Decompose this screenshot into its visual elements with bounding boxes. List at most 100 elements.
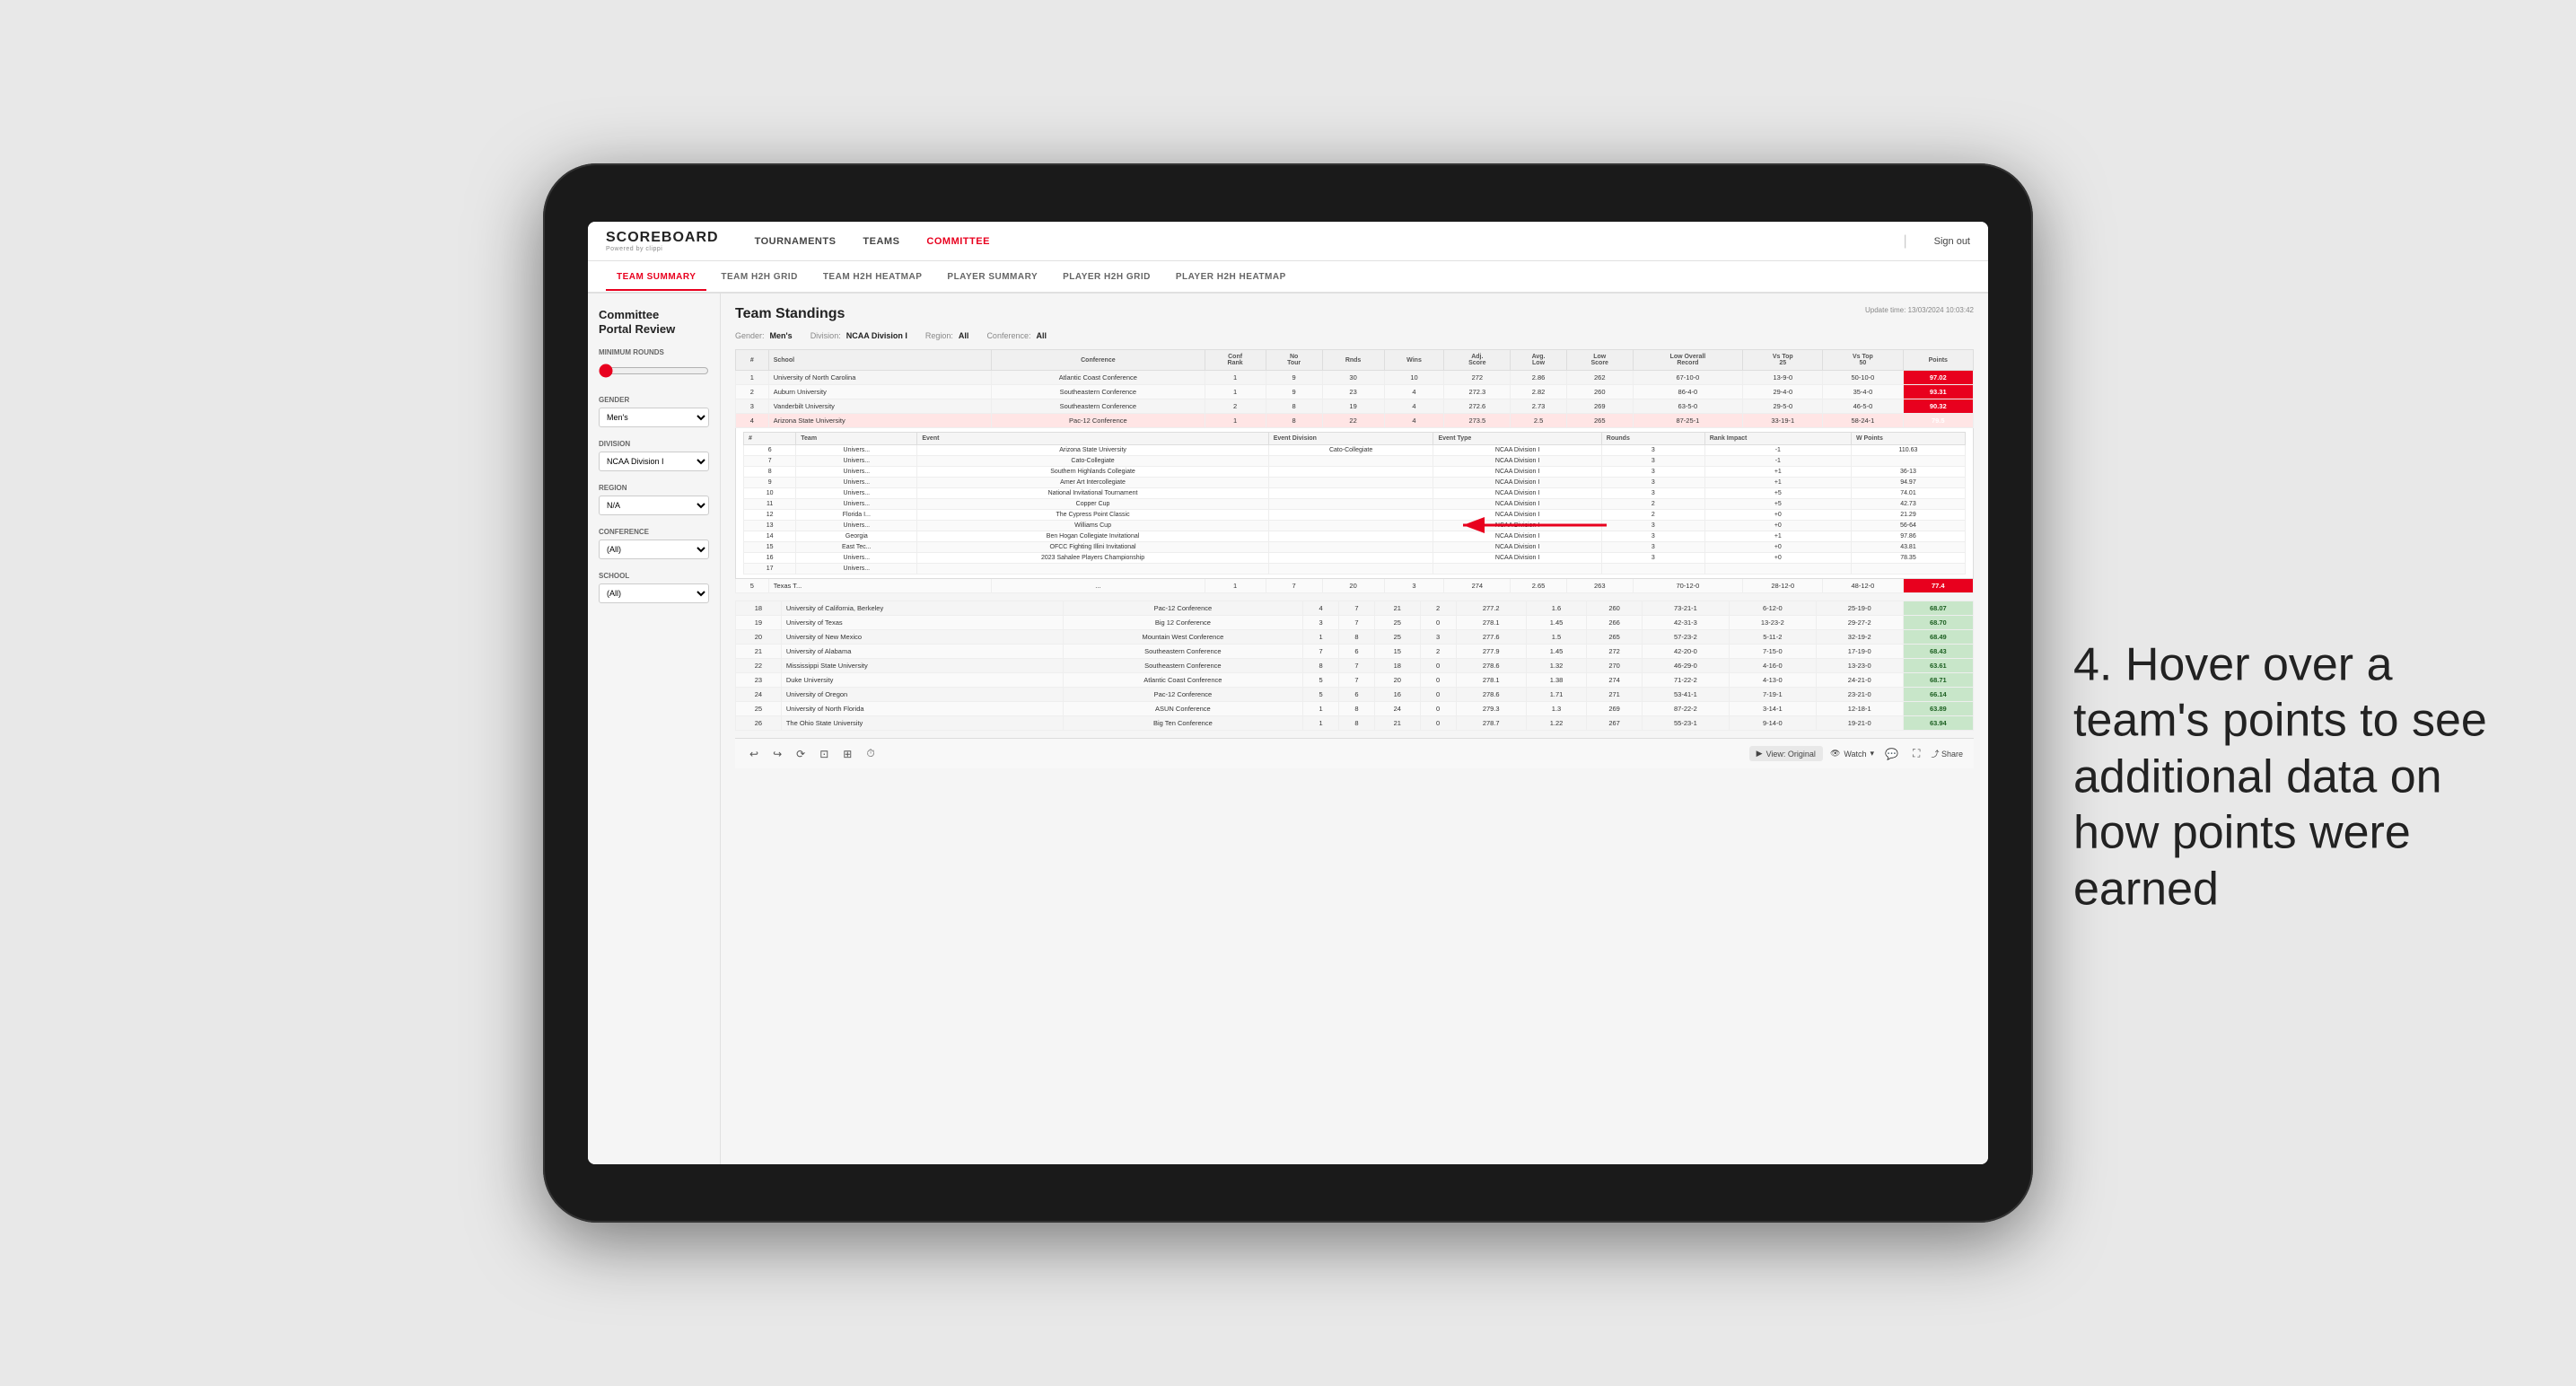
cell-points[interactable]: 93.31 [1903,385,1973,399]
comment-button[interactable]: 💬 [1881,746,1902,762]
cell-rank: 21 [736,645,782,659]
hover-cell-rank-impact: +5 [1704,499,1851,510]
cell-points[interactable]: 97.02 [1903,371,1973,385]
cell-tours: 7 [1266,579,1322,593]
share-label: Share [1941,750,1963,759]
cell-adj-score: 278.1 [1456,673,1526,688]
nav-committee[interactable]: COMMITTEE [926,236,990,247]
cell-avg-low: 1.6 [1526,601,1586,616]
paste-button[interactable]: ⊞ [839,746,855,762]
table-row[interactable]: 25 University of North Florida ASUN Conf… [736,702,1974,716]
sidebar-portal-section: Committee Portal Review [599,308,709,336]
table-row[interactable]: 26 The Ohio State University Big Ten Con… [736,716,1974,731]
tab-player-h2h-grid[interactable]: PLAYER H2H GRID [1052,265,1161,291]
hover-cell-event-type: NCAA Division I [1433,456,1601,467]
hover-cell-team: Univers... [796,445,917,456]
logo-sub: Powered by clippi [606,246,719,252]
undo-button[interactable]: ↩ [746,746,762,762]
table-row[interactable]: 1 University of North Carolina Atlantic … [736,371,1974,385]
nav-teams[interactable]: TEAMS [863,236,899,247]
hover-data-row: 15 East Tec... OFCC Fighting Illini Invi… [744,542,1966,553]
col-vs-top-50: Vs Top50 [1823,350,1903,371]
hover-data-row: 6 Univers... Arizona State University Ca… [744,445,1966,456]
table-row[interactable]: 18 University of California, Berkeley Pa… [736,601,1974,616]
cell-rounds: 25 [1374,630,1420,645]
reset-button[interactable]: ⟳ [793,746,809,762]
table-row[interactable]: 19 University of Texas Big 12 Conference… [736,616,1974,630]
cell-conf-rank: 5 [1303,688,1339,702]
cell-points[interactable]: 77.4 [1903,579,1973,593]
hover-cell-event-div [1268,531,1433,542]
cell-school: University of Oregon [781,688,1063,702]
timer-button[interactable]: ⏱ [863,745,878,762]
cell-vs25: 13-9-0 [1743,371,1823,385]
cell-points[interactable]: 66.14 [1903,688,1973,702]
cell-tours: 9 [1266,371,1322,385]
copy-button[interactable]: ⊡ [816,746,832,762]
tab-team-summary[interactable]: TEAM SUMMARY [606,265,706,291]
hover-cell-rounds [1601,564,1704,575]
sub-nav: TEAM SUMMARY TEAM H2H GRID TEAM H2H HEAT… [588,261,1988,294]
table-row[interactable]: 21 University of Alabama Southeastern Co… [736,645,1974,659]
cell-points[interactable]: 68.07 [1903,601,1973,616]
table-row[interactable]: 4 Arizona State University Pac-12 Confer… [736,414,1974,428]
table-row[interactable]: 5 Texas T... ... 1 7 20 3 274 2.65 263 7… [736,579,1974,593]
table-row[interactable]: 20 University of New Mexico Mountain Wes… [736,630,1974,645]
cell-points[interactable]: 68.70 [1903,616,1973,630]
cell-points[interactable]: 68.43 [1903,645,1973,659]
cell-school: Arizona State University [768,414,991,428]
cell-wins: 2 [1420,645,1456,659]
hover-col-event-type: Event Type [1433,433,1601,445]
table-row[interactable]: 3 Vanderbilt University Southeastern Con… [736,399,1974,414]
cell-avg-low: 2.82 [1511,385,1567,399]
cell-vs25: 3-14-1 [1729,702,1816,716]
hover-cell-event-type [1433,564,1601,575]
cell-points[interactable]: 63.61 [1903,659,1973,673]
expand-button[interactable]: ⛶ [1909,745,1923,762]
cell-avg-low: 2.65 [1511,579,1567,593]
sign-out-button[interactable]: Sign out [1934,236,1970,247]
min-rounds-slider[interactable] [599,364,709,378]
cell-points[interactable]: 90.32 [1903,399,1973,414]
watch-button[interactable]: 👁 Watch ▾ [1830,749,1874,759]
cell-conf-rank: 5 [1303,673,1339,688]
cell-rank: 24 [736,688,782,702]
cell-points[interactable]: 63.89 [1903,702,1973,716]
hover-cell-event-type: NCAA Division I [1433,488,1601,499]
sidebar-min-rounds-section: Minimum Rounds [599,348,709,383]
tab-player-summary[interactable]: PLAYER SUMMARY [936,265,1048,291]
region-select[interactable]: N/A [599,496,709,515]
table-row[interactable]: 24 University of Oregon Pac-12 Conferenc… [736,688,1974,702]
view-badge[interactable]: ▶ View: Original [1749,746,1823,761]
nav-tournaments[interactable]: TOURNAMENTS [755,236,837,247]
hover-cell-rank: 8 [744,467,796,478]
slider-container [599,360,709,383]
tab-team-h2h-heatmap[interactable]: TEAM H2H HEATMAP [812,265,933,291]
hover-cell-rank-impact: +5 [1704,488,1851,499]
hover-cell-event-type: NCAA Division I [1433,445,1601,456]
table-row[interactable]: 22 Mississippi State University Southeas… [736,659,1974,673]
division-select[interactable]: NCAA Division I [599,452,709,471]
cell-points[interactable]: 68.49 [1903,630,1973,645]
cell-points[interactable]: 79.5 [1903,414,1973,428]
share-button[interactable]: ⤴ Share [1931,748,1963,759]
sidebar-conference-section: Conference (All) [599,528,709,559]
hover-cell-w-points: 56-64 [1851,521,1965,531]
hover-data-row: 14 Georgia Ben Hogan Collegiate Invitati… [744,531,1966,542]
table-row[interactable]: 2 Auburn University Southeastern Confere… [736,385,1974,399]
school-select[interactable]: (All) [599,583,709,603]
cell-vs25: 29-4-0 [1743,385,1823,399]
cell-points[interactable]: 63.94 [1903,716,1973,731]
lower-standings-table: 18 University of California, Berkeley Pa… [735,601,1974,731]
cell-points[interactable]: 68.71 [1903,673,1973,688]
conference-select[interactable]: (All) [599,539,709,559]
tab-team-h2h-grid[interactable]: TEAM H2H GRID [710,265,808,291]
tab-player-h2h-heatmap[interactable]: PLAYER H2H HEATMAP [1165,265,1297,291]
hover-details-table: # Team Event Event Division Event Type R… [743,432,1966,575]
hover-cell-event-div [1268,478,1433,488]
table-row[interactable]: 23 Duke University Atlantic Coast Confer… [736,673,1974,688]
cell-low-score: 260 [1587,601,1643,616]
redo-button[interactable]: ↪ [769,746,785,762]
cell-conf-rank: 1 [1205,385,1266,399]
gender-select[interactable]: Men's [599,408,709,427]
